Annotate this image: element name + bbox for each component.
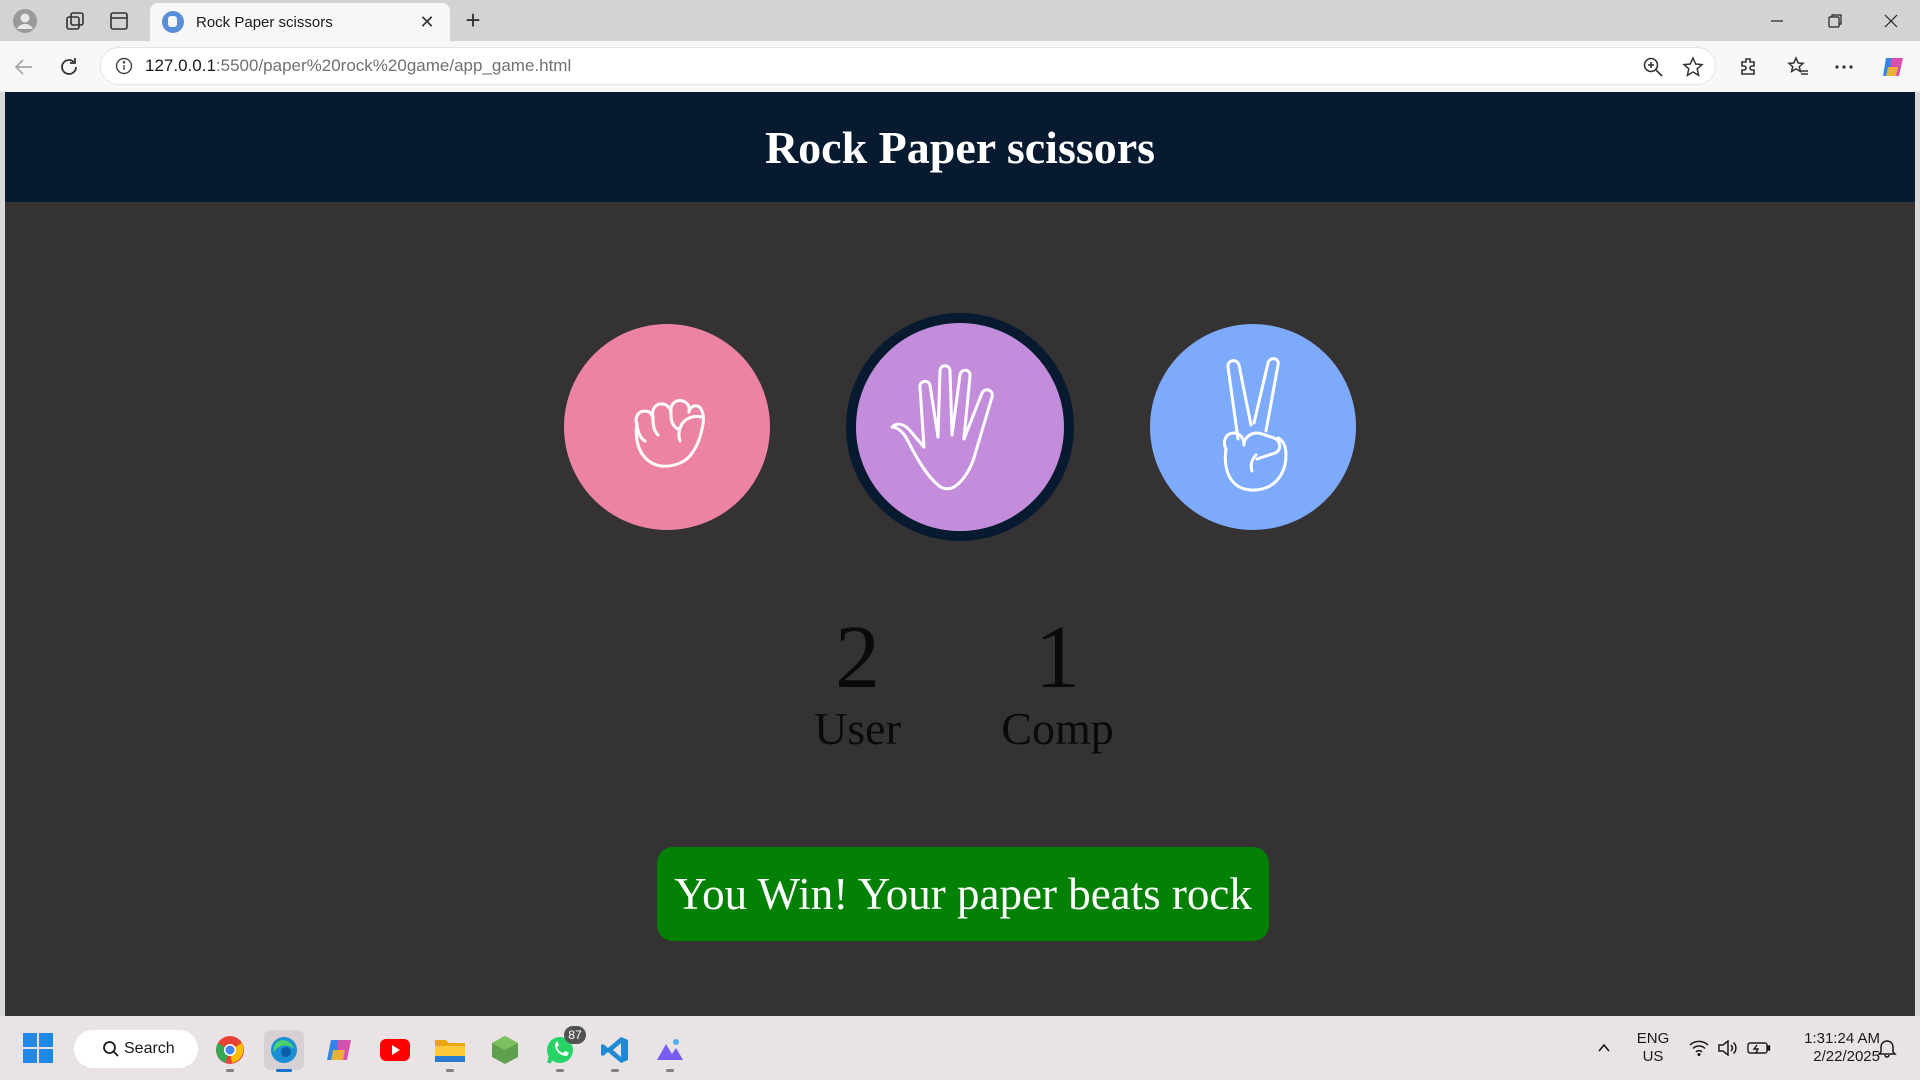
page-header: Rock Paper scissors [5, 92, 1915, 202]
peace-sign-icon [1222, 357, 1288, 492]
clock-time: 1:31:24 AM [1804, 1030, 1880, 1047]
copilot-icon[interactable] [1877, 51, 1909, 83]
restore-icon[interactable] [1806, 0, 1864, 41]
url-host: 127.0.0.1 [145, 56, 216, 75]
comp-score-label: Comp [1001, 703, 1114, 754]
fist-icon [634, 399, 705, 468]
language-code: ENG [1636, 1030, 1670, 1047]
taskbar-search[interactable]: Search [74, 1030, 198, 1068]
vscode-app-icon[interactable] [595, 1030, 635, 1072]
whatsapp-app-icon[interactable]: 87 [540, 1026, 586, 1072]
nodejs-app-icon[interactable] [485, 1030, 525, 1070]
paper-choice[interactable] [846, 313, 1074, 541]
minimize-icon[interactable] [1748, 0, 1806, 41]
page-title: Rock Paper scissors [764, 121, 1156, 173]
close-tab-icon[interactable]: ✕ [416, 12, 438, 33]
system-clock[interactable]: 1:31:24 AM 2/22/2025 [1780, 1030, 1880, 1066]
user-score-value: 2 [835, 608, 880, 707]
favicon-icon [162, 11, 184, 33]
file-explorer-app-icon[interactable] [430, 1030, 470, 1072]
copilot-app-icon[interactable] [320, 1030, 360, 1070]
tab-strip: Rock Paper scissors ✕ + [0, 0, 1920, 41]
tab-rock-paper-scissors[interactable]: Rock Paper scissors ✕ [150, 3, 450, 41]
notifications-bell-icon[interactable] [1874, 1030, 1900, 1066]
zoom-icon[interactable] [1637, 51, 1669, 83]
extensions-icon[interactable] [1733, 51, 1765, 83]
user-score: 2 User [795, 612, 920, 754]
profile-icon[interactable] [10, 6, 40, 36]
taskbar-search-label: Search [124, 1040, 175, 1057]
edge-app-icon[interactable] [264, 1030, 304, 1072]
vertical-tabs-icon[interactable] [104, 6, 134, 36]
back-icon[interactable] [8, 51, 40, 83]
language-indicator[interactable]: ENG US [1636, 1030, 1670, 1066]
user-score-label: User [814, 703, 901, 754]
windows-start-icon[interactable] [22, 1032, 54, 1064]
comp-score: 1 Comp [995, 612, 1120, 754]
chrome-app-icon[interactable] [210, 1030, 250, 1072]
clock-date: 2/22/2025 [1813, 1048, 1880, 1065]
site-info-icon[interactable] [113, 55, 135, 77]
wifi-icon[interactable] [1686, 1030, 1712, 1066]
favorites-icon[interactable] [1782, 51, 1814, 83]
rock-choice[interactable] [564, 324, 770, 530]
refresh-icon[interactable] [53, 51, 85, 83]
volume-icon[interactable] [1714, 1030, 1740, 1066]
photos-app-icon[interactable] [650, 1030, 690, 1072]
taskbar: Search 87 ENG US 1:31:24 AM 2/22/2025 [0, 1016, 1920, 1080]
browser-toolbar: 127.0.0.1:5500/paper%20rock%20game/app_g… [0, 41, 1920, 92]
game-page: Rock Paper scissors 2 User 1 Comp You Wi… [5, 92, 1915, 1016]
url-path: :5500/paper%20rock%20game/app_game.html [215, 56, 572, 75]
result-message: You Win! Your paper beats rock [657, 847, 1269, 941]
address-bar[interactable]: 127.0.0.1:5500/paper%20rock%20game/app_g… [100, 47, 1716, 85]
close-window-icon[interactable] [1862, 0, 1920, 41]
youtube-app-icon[interactable] [375, 1030, 415, 1070]
workspaces-icon[interactable] [60, 6, 90, 36]
new-tab-icon[interactable]: + [458, 5, 488, 35]
battery-icon[interactable] [1744, 1030, 1774, 1066]
more-menu-icon[interactable] [1828, 51, 1860, 83]
scissors-choice[interactable] [1150, 324, 1356, 530]
search-icon [103, 1041, 119, 1057]
show-hidden-icons-chevron-icon[interactable] [1590, 1030, 1618, 1066]
whatsapp-badge: 87 [564, 1026, 586, 1044]
comp-score-value: 1 [1035, 608, 1080, 707]
favorite-star-icon[interactable] [1677, 51, 1709, 83]
tab-title: Rock Paper scissors [196, 13, 333, 31]
region-code: US [1642, 1048, 1664, 1065]
open-hand-icon [890, 364, 994, 491]
